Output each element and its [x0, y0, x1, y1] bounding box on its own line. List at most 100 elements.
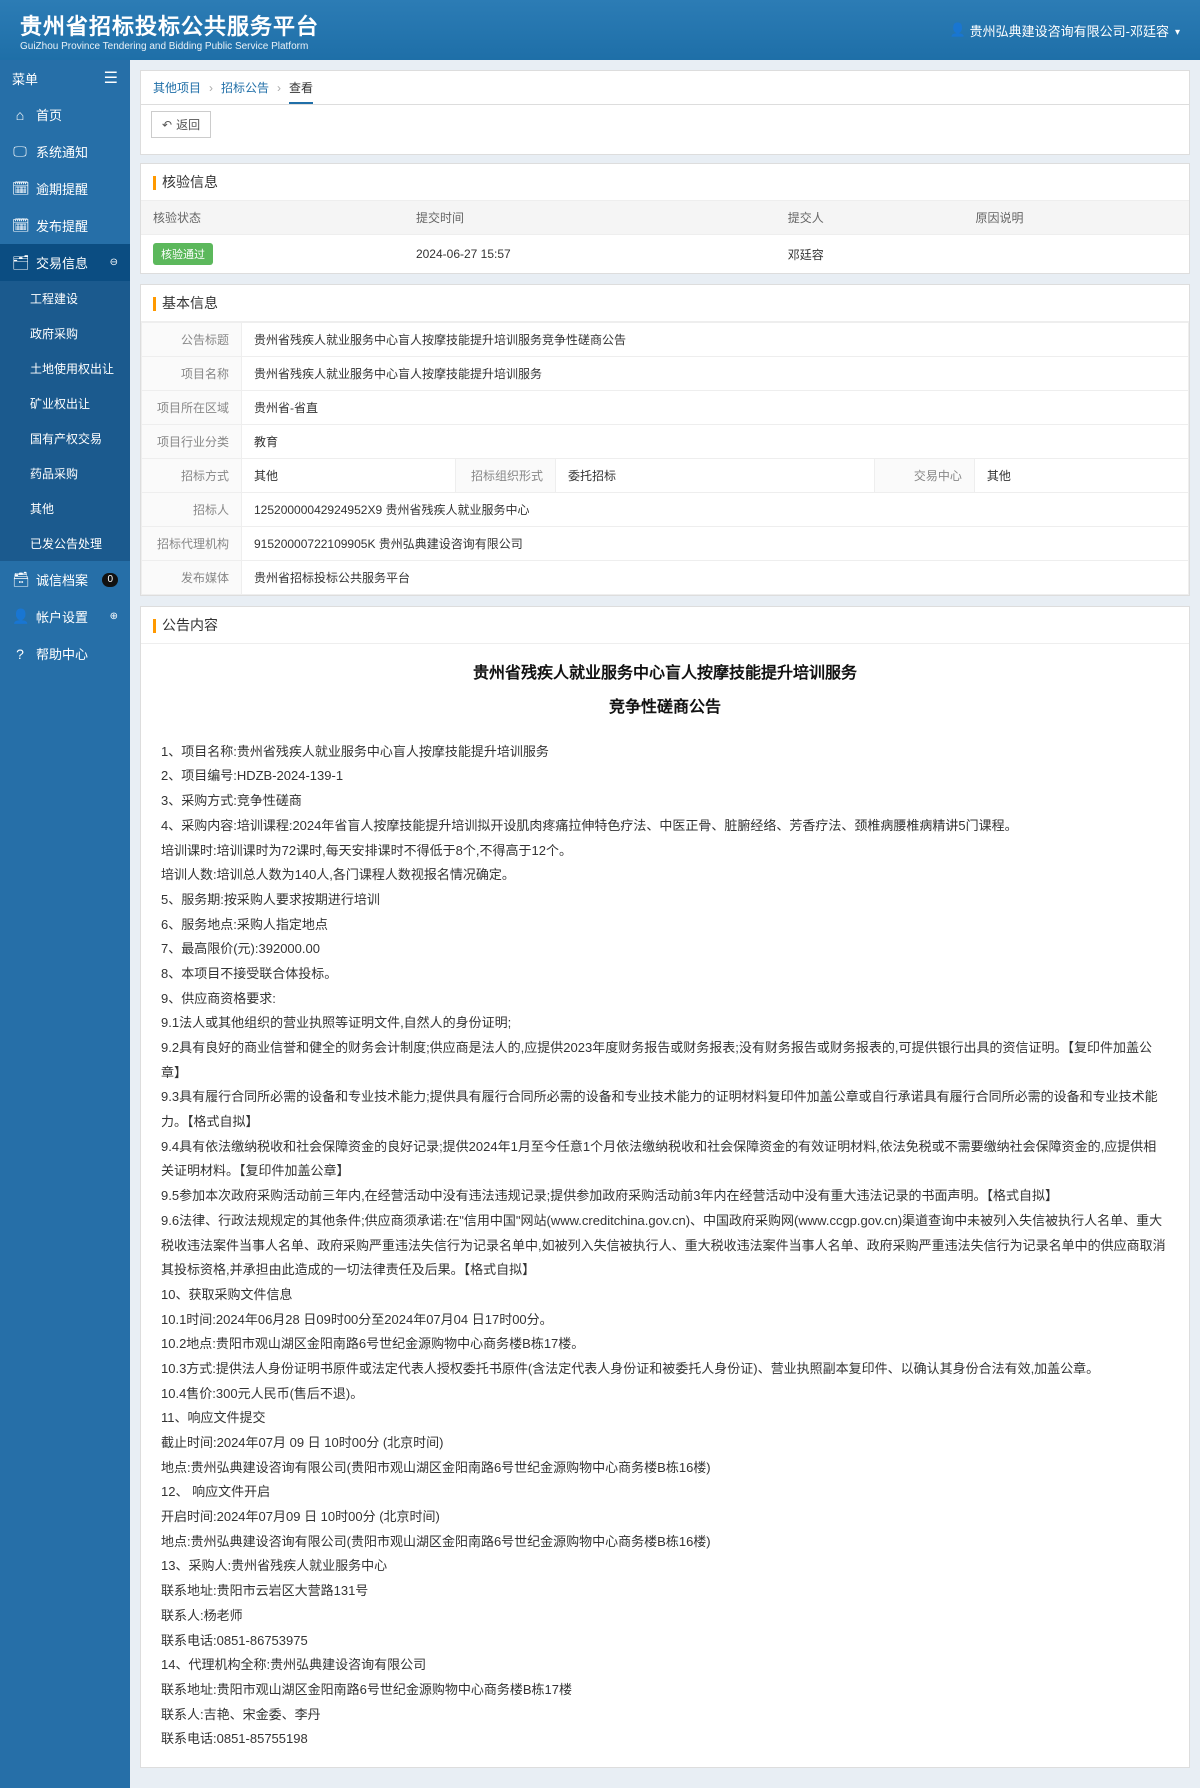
info-value: 教育 [242, 425, 1189, 459]
menu-toggle-icon[interactable]: ☰ [104, 68, 118, 88]
sidebar-item-5[interactable]: 🗃诚信档案0 [0, 561, 130, 598]
info-row: 公告标题贵州省残疾人就业服务中心盲人按摩技能提升培训服务竞争性磋商公告 [142, 323, 1189, 357]
sidebar-item-2[interactable]: 🗓 逾期提醒 [0, 170, 130, 207]
info-value: 贵州省-省直 [242, 391, 1189, 425]
content-line: 联系电话:0851-85755198 [161, 1727, 1169, 1752]
return-button[interactable]: ↶ 返回 [151, 111, 211, 138]
return-icon: ↶ [162, 118, 172, 132]
crumb-sep: › [209, 81, 213, 95]
sidebar-item-3[interactable]: 🗓发布提醒 [0, 207, 130, 244]
user-label: 贵州弘典建设咨询有限公司-邓廷容 [970, 21, 1169, 40]
info-table: 公告标题贵州省残疾人就业服务中心盲人按摩技能提升培训服务竞争性磋商公告项目名称贵… [141, 322, 1189, 595]
status-badge: 核验通过 [153, 243, 213, 265]
content-line: 10.2地点:贵阳市观山湖区金阳南路6号世纪金源购物中心商务楼B栋17楼。 [161, 1332, 1169, 1357]
sidebar-submenu: 工程建设政府采购土地使用权出让矿业权出让国有产权交易药品采购其他已发公告处理 [0, 281, 130, 561]
verify-col-time: 提交时间 [404, 201, 776, 235]
basic-title: 基本信息 [141, 285, 1189, 322]
content-line: 8、本项目不接受联合体投标。 [161, 962, 1169, 987]
sidebar-sub-item-0[interactable]: 工程建设 [0, 281, 130, 316]
info-label: 发布媒体 [142, 561, 242, 595]
sidebar-item-label: 发布提醒 [36, 216, 88, 235]
content-line: 1、项目名称:贵州省残疾人就业服务中心盲人按摩技能提升培训服务 [161, 740, 1169, 765]
menu-label: 菜单 [12, 69, 38, 88]
content-line: 地点:贵州弘典建设咨询有限公司(贵阳市观山湖区金阳南路6号世纪金源购物中心商务楼… [161, 1456, 1169, 1481]
info-label: 公告标题 [142, 323, 242, 357]
content-line: 9.6法律、行政法规规定的其他条件;供应商须承诺:在"信用中国"网站(www.c… [161, 1209, 1169, 1283]
user-menu[interactable]: 👤 贵州弘典建设咨询有限公司-邓廷容 [949, 21, 1180, 40]
user-icon: 👤 [949, 22, 965, 38]
verify-col-submitter: 提交人 [776, 201, 964, 235]
info-value: 其他 [242, 459, 456, 493]
info-label: 项目名称 [142, 357, 242, 391]
sidebar-sub-item-7[interactable]: 已发公告处理 [0, 526, 130, 561]
breadcrumb: 其他项目 › 招标公告 › 查看 [140, 70, 1190, 105]
sidebar-sub-item-4[interactable]: 国有产权交易 [0, 421, 130, 456]
sidebar-sub-item-1[interactable]: 政府采购 [0, 316, 130, 351]
info-label: 项目行业分类 [142, 425, 242, 459]
sidebar-sub-item-6[interactable]: 其他 [0, 491, 130, 526]
sidebar-item-label: 帐户设置 [36, 607, 88, 626]
sidebar: 菜单 ☰ ⌂首页🖵系统通知🗓逾期提醒🗓发布提醒🗂交易信息⊖工程建设政府采购土地使… [0, 60, 130, 1788]
verify-col-status: 核验状态 [141, 201, 404, 235]
verify-submitter: 邓廷容 [776, 235, 964, 274]
content-line: 培训人数:培训总人数为140人,各门课程人数视报名情况确定。 [161, 863, 1169, 888]
info-label: 交易中心 [874, 459, 974, 493]
info-label: 招标组织形式 [456, 459, 556, 493]
info-row: 项目名称贵州省残疾人就业服务中心盲人按摩技能提升培训服务 [142, 357, 1189, 391]
content-line: 联系人:吉艳、宋金委、李丹 [161, 1703, 1169, 1728]
crumb-2: 查看 [289, 79, 313, 104]
content-line: 9、供应商资格要求: [161, 987, 1169, 1012]
sidebar-icon: 🖵 [12, 143, 28, 160]
info-value: 贵州省残疾人就业服务中心盲人按摩技能提升培训服务竞争性磋商公告 [242, 323, 1189, 357]
content-line: 地点:贵州弘典建设咨询有限公司(贵阳市观山湖区金阳南路6号世纪金源购物中心商务楼… [161, 1530, 1169, 1555]
sidebar-item-label: 逾期提醒 [36, 179, 88, 198]
content-line: 截止时间:2024年07月 09 日 10时00分 (北京时间) [161, 1431, 1169, 1456]
info-label: 项目所在区域 [142, 391, 242, 425]
content-line: 7、最高限价(元):392000.00 [161, 937, 1169, 962]
info-row-triple: 招标方式其他招标组织形式委托招标交易中心其他 [142, 459, 1189, 493]
info-value: 12520000042924952X9 贵州省残疾人就业服务中心 [242, 493, 1189, 527]
sidebar-icon: 🗓 [12, 180, 28, 197]
content-line: 4、采购内容:培训课程:2024年省盲人按摩技能提升培训拟开设肌肉疼痛拉伸特色疗… [161, 814, 1169, 839]
header-title-block: 贵州省招标投标公共服务平台 GuiZhou Province Tendering… [20, 9, 319, 52]
verify-table: 核验状态 提交时间 提交人 原因说明 核验通过 2024-06-27 15:57… [141, 201, 1189, 273]
sidebar-sub-item-5[interactable]: 药品采购 [0, 456, 130, 491]
sidebar-item-1[interactable]: 🖵系统通知 [0, 133, 130, 170]
sidebar-item-label: 交易信息 [36, 253, 88, 272]
info-label: 招标方式 [142, 459, 242, 493]
content-body: 贵州省残疾人就业服务中心盲人按摩技能提升培训服务 竞争性磋商公告 1、项目名称:… [141, 644, 1189, 1767]
content-line: 9.2具有良好的商业信誉和健全的财务会计制度;供应商是法人的,应提供2023年度… [161, 1036, 1169, 1085]
content-line: 11、响应文件提交 [161, 1406, 1169, 1431]
info-row: 招标代理机构91520000722109905K 贵州弘典建设咨询有限公司 [142, 527, 1189, 561]
content-line: 9.3具有履行合同所必需的设备和专业技术能力;提供具有履行合同所必需的设备和专业… [161, 1085, 1169, 1134]
sidebar-icon: 👤 [12, 608, 28, 625]
sidebar-sub-item-2[interactable]: 土地使用权出让 [0, 351, 130, 386]
verify-panel: 核验信息 核验状态 提交时间 提交人 原因说明 核验通过 2024-06-27 … [140, 163, 1190, 274]
crumb-1[interactable]: 招标公告 [221, 79, 269, 96]
app-title-cn: 贵州省招标投标公共服务平台 [20, 9, 319, 41]
content-line: 10.4售价:300元人民币(售后不退)。 [161, 1382, 1169, 1407]
doc-subtitle: 竞争性磋商公告 [161, 693, 1169, 723]
content-line: 培训课时:培训课时为72课时,每天安排课时不得低于8个,不得高于12个。 [161, 839, 1169, 864]
verify-title: 核验信息 [141, 164, 1189, 201]
content-line: 10、获取采购文件信息 [161, 1283, 1169, 1308]
content-line: 6、服务地点:采购人指定地点 [161, 913, 1169, 938]
content-line: 3、采购方式:竞争性磋商 [161, 789, 1169, 814]
content-line: 联系地址:贵阳市云岩区大营路131号 [161, 1579, 1169, 1604]
content-section-title: 公告内容 [141, 607, 1189, 644]
info-label: 招标代理机构 [142, 527, 242, 561]
sidebar-sub-item-3[interactable]: 矿业权出让 [0, 386, 130, 421]
expand-icon: ⊖ [110, 257, 118, 268]
sidebar-item-0[interactable]: ⌂首页 [0, 96, 130, 133]
crumb-0[interactable]: 其他项目 [153, 79, 201, 96]
sidebar-item-6[interactable]: 👤帐户设置⊕ [0, 598, 130, 635]
content-line: 12、 响应文件开启 [161, 1480, 1169, 1505]
info-row: 项目所在区域贵州省-省直 [142, 391, 1189, 425]
info-value: 贵州省残疾人就业服务中心盲人按摩技能提升培训服务 [242, 357, 1189, 391]
sidebar-item-label: 首页 [36, 105, 62, 124]
verify-reason [964, 235, 1189, 274]
content-line: 2、项目编号:HDZB-2024-139-1 [161, 764, 1169, 789]
sidebar-item-7[interactable]: ?帮助中心 [0, 635, 130, 672]
sidebar-item-4[interactable]: 🗂交易信息⊖ [0, 244, 130, 281]
info-value: 贵州省招标投标公共服务平台 [242, 561, 1189, 595]
